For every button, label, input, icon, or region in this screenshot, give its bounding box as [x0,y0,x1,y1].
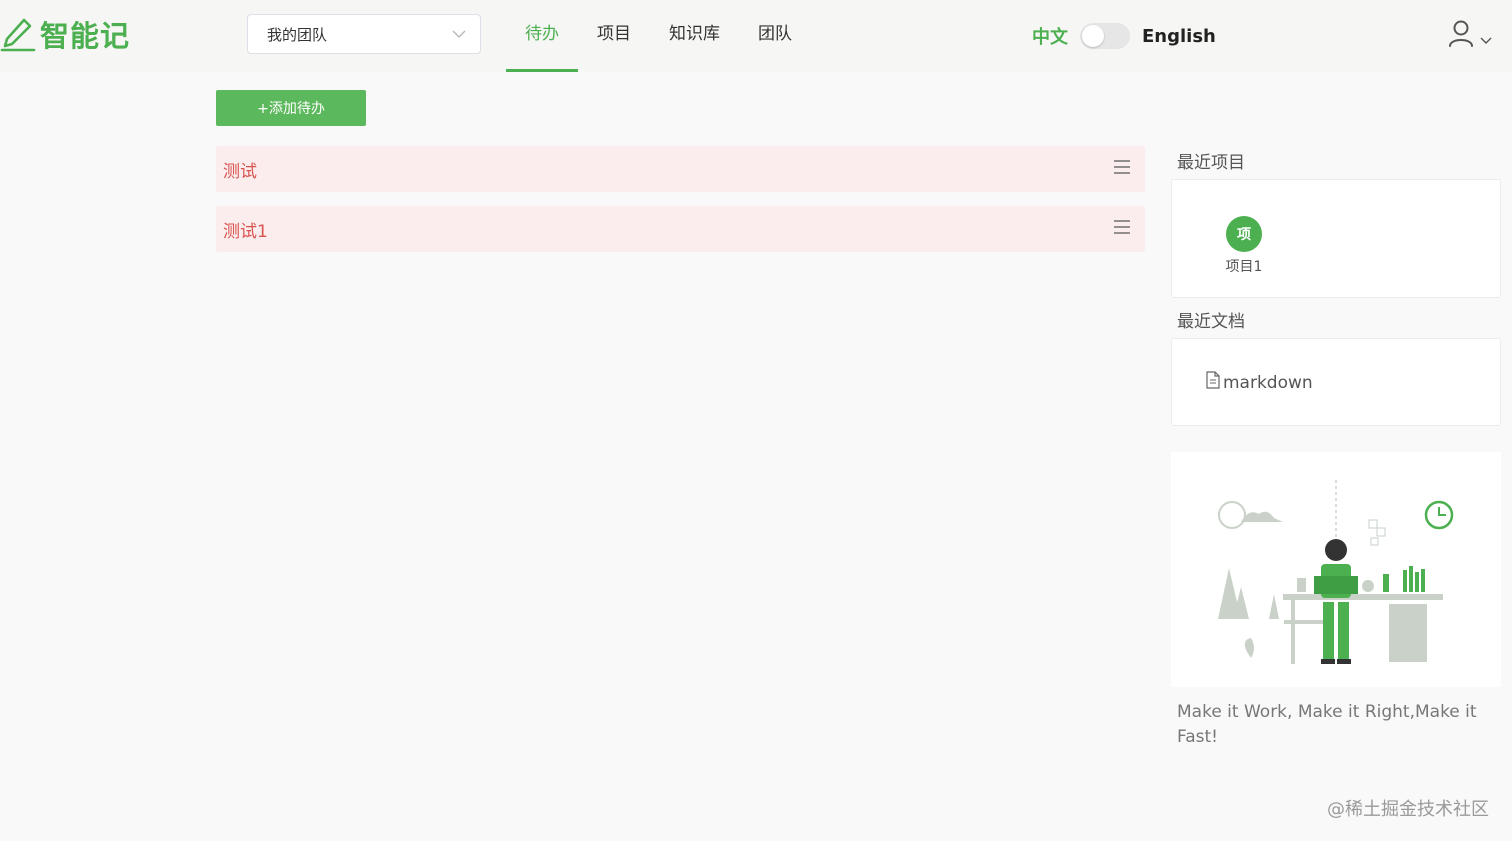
todo-item[interactable]: 测试 [216,146,1145,192]
app-logo[interactable]: 智能记 [0,14,130,54]
recent-docs-title: 最近文档 [1177,312,1245,332]
app-name: 智能记 [40,19,131,53]
project-avatar: 项 [1226,216,1262,252]
top-header: 智能记 我的团队 待办 项目 知识库 团队 中文 English [0,0,1512,72]
add-todo-button[interactable]: +添加待办 [216,90,366,126]
todo-label: 测试1 [223,221,268,242]
watermark: @稀土掘金技术社区 [1327,799,1489,820]
menu-icon[interactable] [1113,219,1131,239]
language-switch: 中文 English [1032,20,1216,52]
todo-label: 测试 [223,161,257,182]
lang-chinese-label[interactable]: 中文 [1032,23,1068,49]
nav-tab-projects[interactable]: 项目 [578,0,650,72]
menu-icon[interactable] [1113,159,1131,179]
recent-docs-card: markdown [1171,338,1501,426]
team-select-value: 我的团队 [267,25,328,44]
user-icon [1448,20,1474,52]
team-select[interactable]: 我的团队 [247,14,481,54]
toggle-knob [1082,25,1104,47]
nav-tab-team[interactable]: 团队 [739,0,811,72]
recent-doc-item[interactable]: markdown [1206,371,1313,394]
recent-projects-title: 最近项目 [1177,153,1245,173]
workspace-illustration [1171,452,1501,687]
chevron-down-icon [452,30,466,38]
chevron-down-icon [1480,29,1492,48]
lang-english-label[interactable]: English [1142,26,1216,47]
main-nav: 待办 项目 知识库 团队 [506,0,811,72]
user-menu[interactable] [1448,20,1492,52]
nav-tab-knowledge[interactable]: 知识库 [650,0,739,72]
recent-projects-card: 项 项目1 [1171,179,1501,298]
motto-text: Make it Work, Make it Right,Make it Fast… [1177,702,1477,747]
nav-tab-todo[interactable]: 待办 [506,0,578,72]
todo-item[interactable]: 测试1 [216,206,1145,252]
doc-name: markdown [1223,372,1313,393]
language-toggle[interactable] [1080,23,1130,49]
pencil-icon [0,14,36,54]
project-name: 项目1 [1225,259,1263,275]
document-icon [1206,371,1220,394]
recent-project-item[interactable]: 项 项目1 [1218,216,1270,276]
